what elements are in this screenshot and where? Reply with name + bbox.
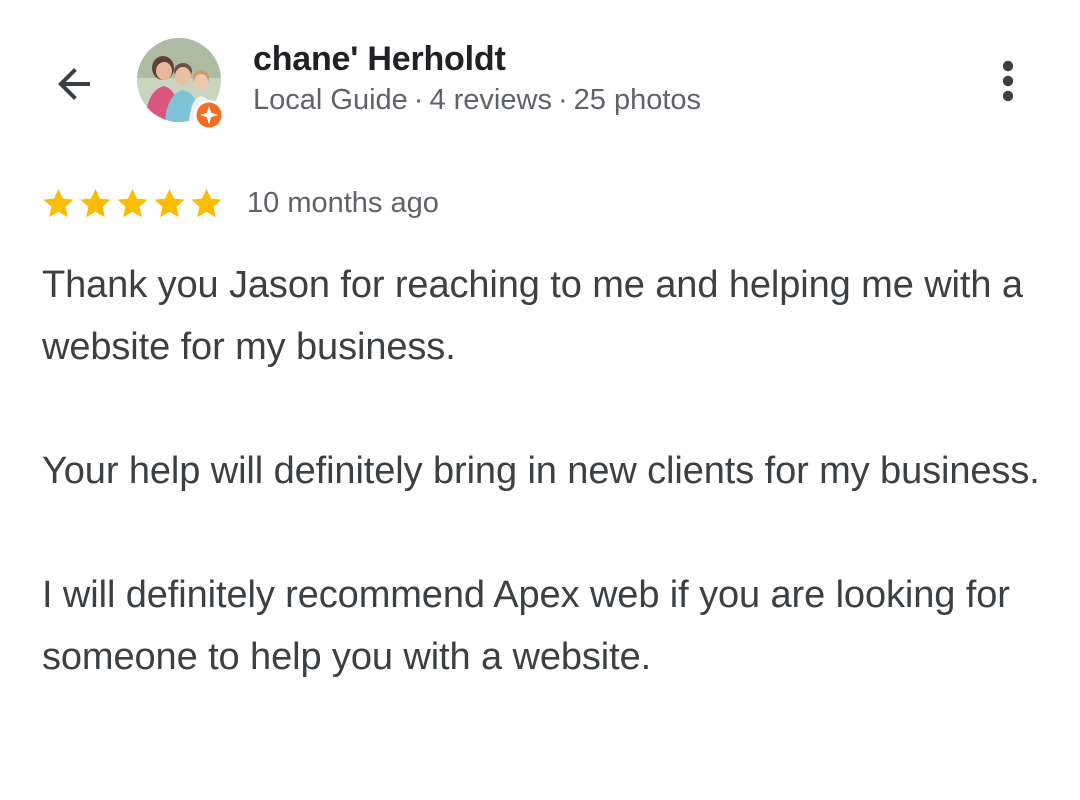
photo-count: 25 photos xyxy=(573,84,702,116)
rating-row: 10 months ago xyxy=(40,184,439,222)
author-meta: Local Guide · 4 reviews · 25 photos xyxy=(253,84,701,117)
review-time: 10 months ago xyxy=(247,186,439,219)
star-rating xyxy=(40,185,225,222)
meta-separator: · xyxy=(557,84,568,116)
star-icon xyxy=(154,188,185,217)
star-icon xyxy=(117,188,148,217)
review-paragraph: Your help will definitely bring in new c… xyxy=(42,450,1040,492)
star-icon xyxy=(43,188,74,217)
star-icon xyxy=(191,188,222,217)
more-options-button[interactable] xyxy=(982,50,1034,110)
review-count: 4 reviews xyxy=(429,84,552,116)
review-paragraph: I will definitely recommend Apex web if … xyxy=(42,574,1010,678)
local-guide-label: Local Guide xyxy=(253,84,408,116)
more-vert-icon xyxy=(1002,60,1014,102)
review-text: Thank you Jason for reaching to me and h… xyxy=(42,254,1052,688)
author-name[interactable]: chane' Herholdt xyxy=(253,40,506,79)
avatar[interactable] xyxy=(137,38,224,130)
meta-separator: · xyxy=(413,84,424,116)
local-guide-badge-icon xyxy=(193,99,225,131)
back-button[interactable] xyxy=(38,48,110,120)
star-icon xyxy=(80,188,111,217)
arrow-back-icon xyxy=(58,68,90,100)
review-paragraph: Thank you Jason for reaching to me and h… xyxy=(42,264,1023,368)
